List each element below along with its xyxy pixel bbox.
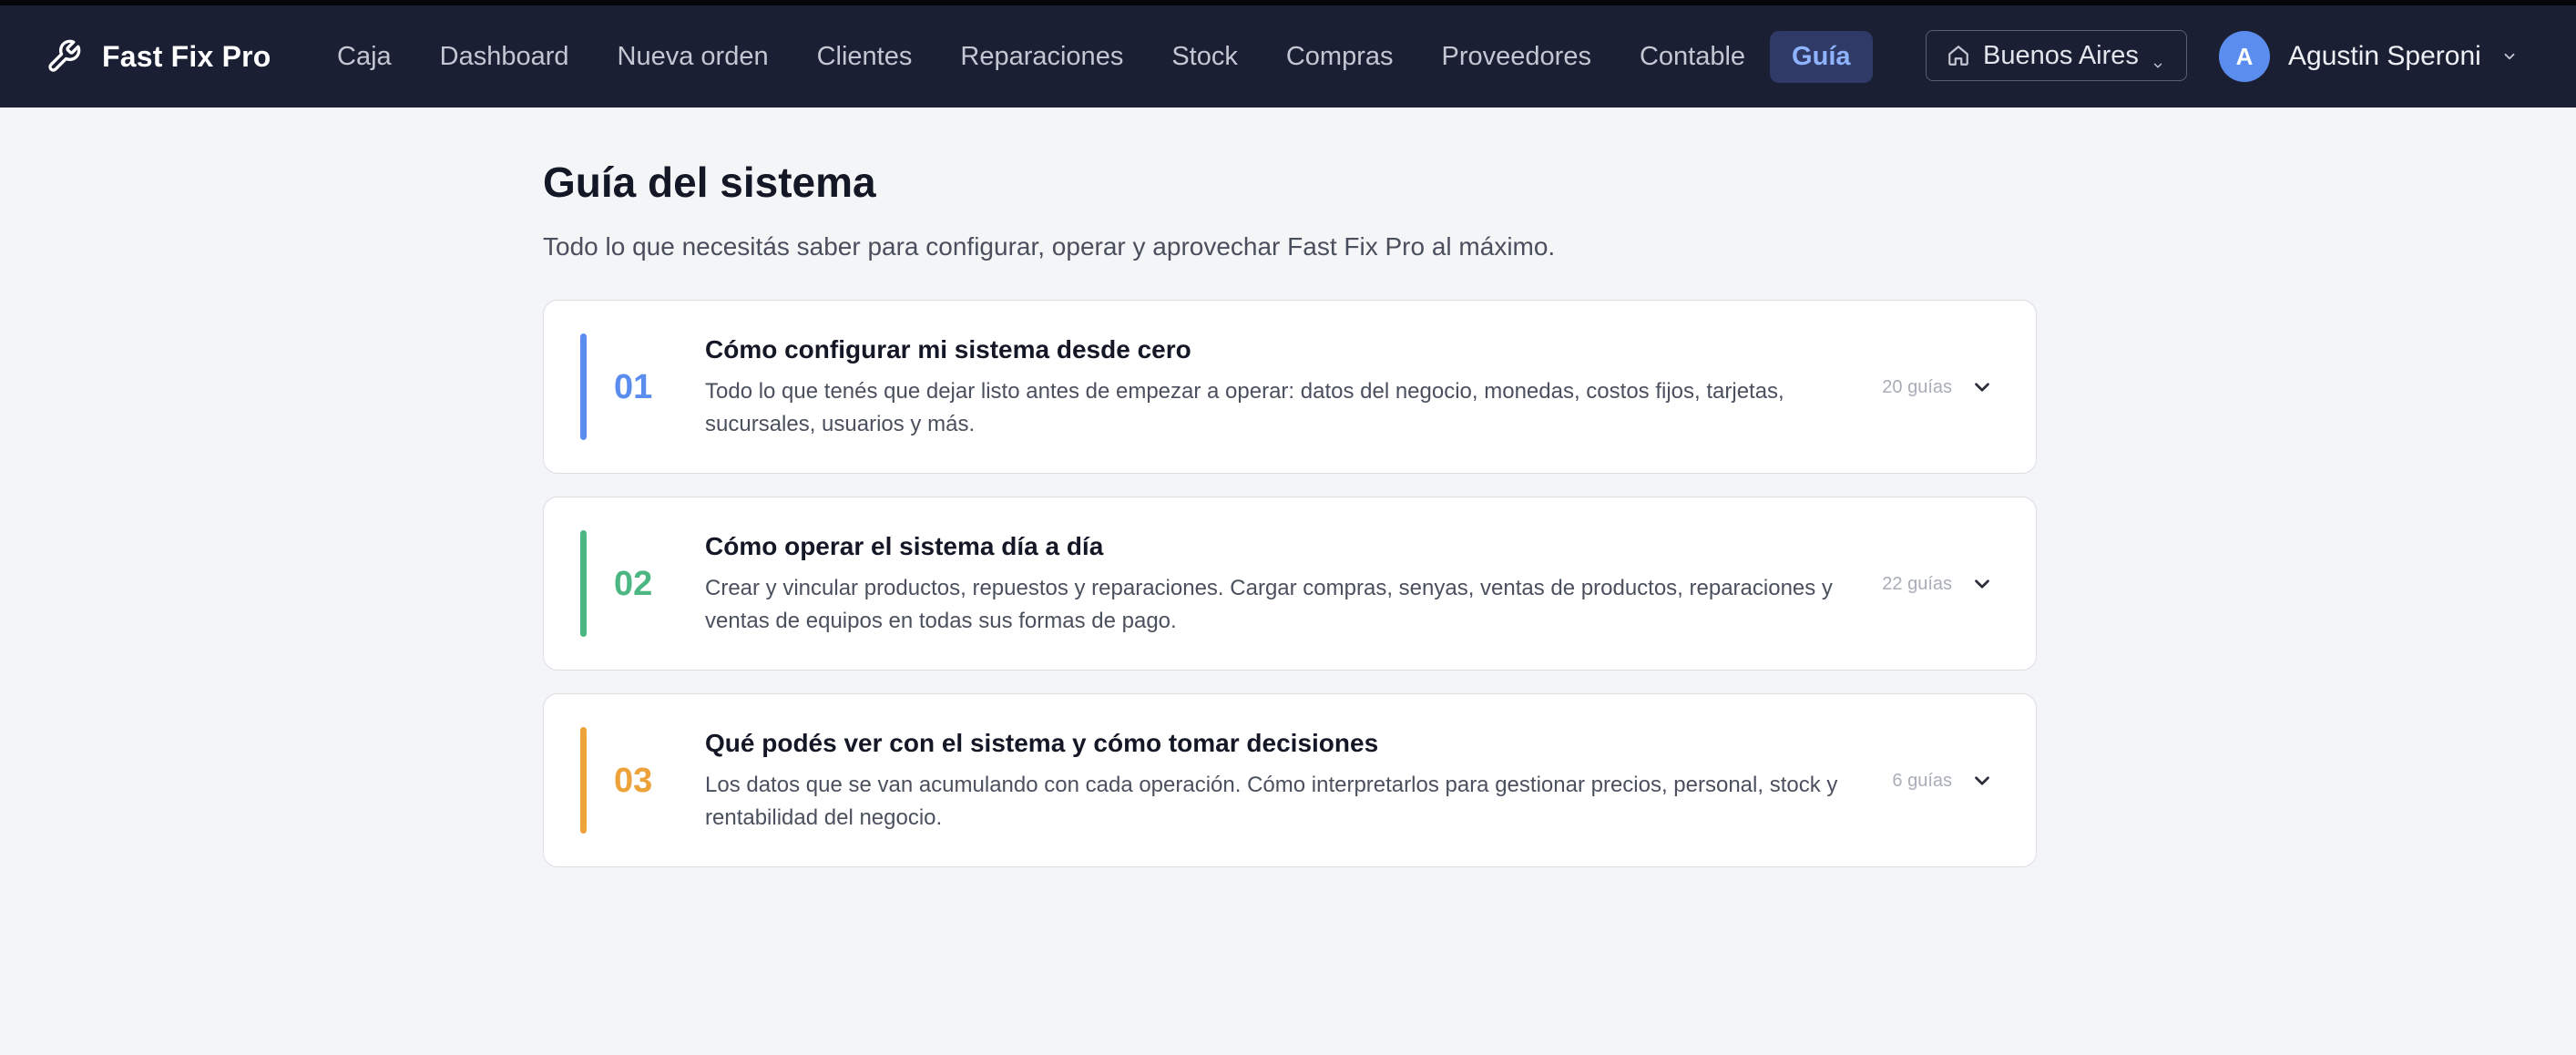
nav-clientes[interactable]: Clientes — [793, 31, 936, 83]
avatar: A — [2219, 31, 2270, 82]
branch-selector[interactable]: Buenos Aires — [1926, 30, 2187, 81]
guide-page: Guía del sistema Todo lo que necesitás s… — [543, 108, 2037, 890]
section-title: Cómo configurar mi sistema desde cero — [705, 335, 1191, 364]
section-number: 01 — [614, 368, 653, 406]
section-number: 03 — [614, 762, 653, 800]
section-number: 02 — [614, 565, 653, 603]
nav-reparaciones[interactable]: Reparaciones — [936, 31, 1147, 83]
section-guide-count: 20 guías — [1882, 377, 1952, 397]
chevron-down-icon[interactable] — [1970, 769, 1994, 793]
guide-sections: 01 Cómo configurar mi sistema desde cero… — [543, 300, 2037, 867]
nav-contable[interactable]: Contable — [1616, 31, 1769, 83]
guide-section-02[interactable]: 02 Cómo operar el sistema día a día Crea… — [543, 497, 2037, 671]
branch-label: Buenos Aires — [1983, 40, 2139, 70]
section-accent-bar — [580, 530, 587, 637]
main-nav: Caja Dashboard Nueva orden Clientes Repa… — [313, 5, 1874, 108]
nav-guia[interactable]: Guía — [1770, 30, 1873, 83]
nav-compras[interactable]: Compras — [1262, 31, 1417, 83]
section-title: Cómo operar el sistema día a día — [705, 532, 1104, 560]
chevron-down-icon — [2501, 48, 2518, 65]
brand[interactable]: Fast Fix Pro — [46, 5, 271, 108]
section-accent-bar — [580, 727, 587, 834]
nav-dashboard[interactable]: Dashboard — [416, 31, 593, 83]
guide-section-01[interactable]: 01 Cómo configurar mi sistema desde cero… — [543, 300, 2037, 474]
user-menu[interactable]: A Agustin Speroni — [2219, 5, 2518, 108]
section-guide-count: 6 guías — [1892, 771, 1952, 791]
guide-section-03[interactable]: 03 Qué podés ver con el sistema y cómo t… — [543, 693, 2037, 867]
nav-proveedores[interactable]: Proveedores — [1418, 31, 1615, 83]
top-navbar: Fast Fix Pro Caja Dashboard Nueva orden … — [0, 5, 2576, 108]
nav-caja[interactable]: Caja — [313, 31, 415, 83]
section-description: Todo lo que tenés que dejar listo antes … — [705, 379, 1784, 436]
house-icon — [1947, 44, 1970, 67]
chevron-down-icon[interactable] — [1970, 375, 1994, 399]
section-accent-bar — [580, 333, 587, 440]
section-description: Crear y vincular productos, repuestos y … — [705, 576, 1833, 633]
wrench-icon — [46, 38, 82, 75]
user-name: Agustin Speroni — [2288, 41, 2481, 71]
section-guide-count: 22 guías — [1882, 574, 1952, 594]
nav-stock[interactable]: Stock — [1148, 31, 1262, 83]
chevron-down-icon — [2152, 49, 2164, 68]
chevron-down-icon[interactable] — [1970, 572, 1994, 596]
page-title: Guía del sistema — [543, 159, 876, 206]
nav-nueva-orden[interactable]: Nueva orden — [594, 31, 792, 83]
section-title: Qué podés ver con el sistema y cómo toma… — [705, 729, 1379, 757]
section-description: Los datos que se van acumulando con cada… — [705, 773, 1838, 830]
page-subtitle: Todo lo que necesitás saber para configu… — [543, 232, 1556, 261]
brand-name: Fast Fix Pro — [102, 39, 271, 73]
